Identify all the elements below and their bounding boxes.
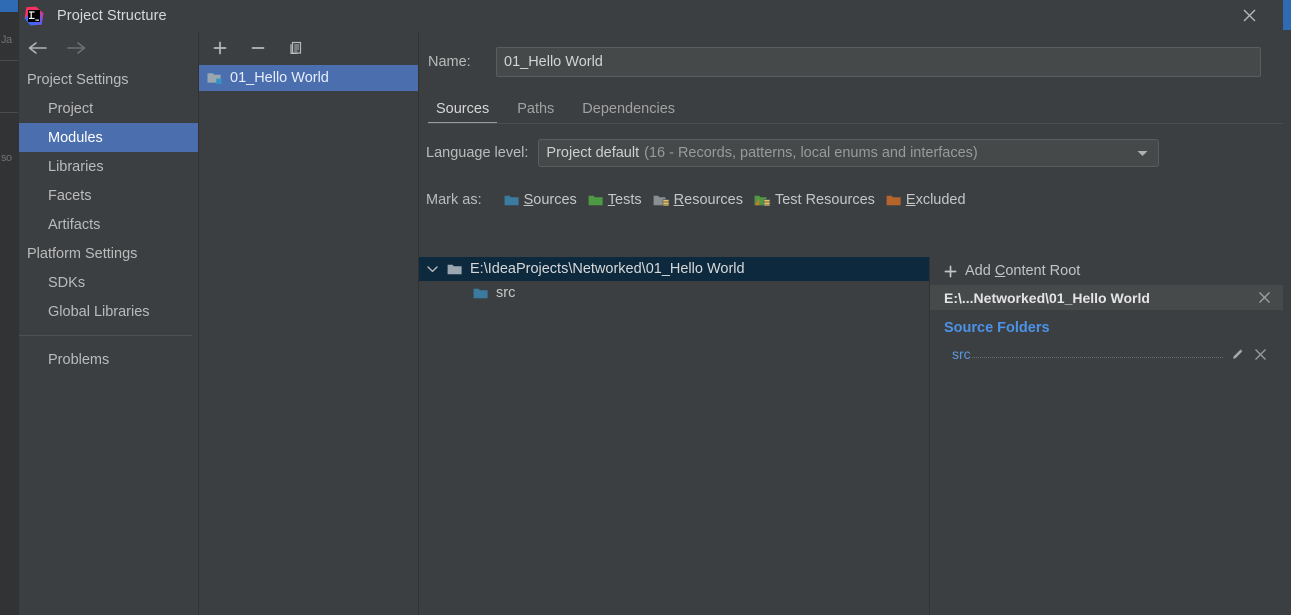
chevron-down-icon[interactable] bbox=[419, 265, 445, 273]
dotted-leader bbox=[971, 348, 1223, 358]
source-folder-entry: src bbox=[930, 342, 1283, 366]
project-structure-dialog: Project Structure Project Settings Proje… bbox=[18, 0, 1283, 615]
mark-as-test-resources-label: Test Resources bbox=[774, 192, 875, 208]
table-row[interactable]: src bbox=[419, 281, 929, 305]
sidebar-divider bbox=[19, 335, 192, 336]
sidebar-item-project[interactable]: Project bbox=[19, 94, 198, 123]
sidebar-item-artifacts[interactable]: Artifacts bbox=[19, 210, 198, 239]
resources-folder-icon bbox=[653, 194, 670, 207]
sidebar-navigation bbox=[19, 31, 198, 65]
mark-as-tests-label: Tests bbox=[607, 192, 642, 208]
backdrop-divider-2 bbox=[0, 112, 18, 113]
sidebar-item-libraries[interactable]: Libraries bbox=[19, 152, 198, 181]
source-folder-icon bbox=[471, 287, 491, 300]
name-label: Name: bbox=[428, 54, 471, 70]
language-level-detail: (16 - Records, patterns, local enums and… bbox=[644, 145, 978, 161]
mark-as-excluded-label: Excluded bbox=[905, 192, 966, 208]
mark-as-tests-button[interactable]: Tests bbox=[588, 192, 642, 208]
back-arrow-icon[interactable] bbox=[24, 35, 52, 61]
backdrop-divider-1 bbox=[0, 60, 18, 61]
language-level-row: Language level: Project default (16 - Re… bbox=[426, 139, 1283, 167]
backdrop-ghost-text-1: Ja bbox=[1, 34, 12, 46]
sidebar-item-global-libraries[interactable]: Global Libraries bbox=[19, 297, 198, 326]
chevron-down-icon bbox=[1137, 140, 1148, 166]
sources-folder-icon bbox=[504, 194, 520, 207]
remove-source-folder-icon[interactable] bbox=[1249, 348, 1271, 361]
tab-paths[interactable]: Paths bbox=[509, 101, 562, 124]
source-folders-heading: Source Folders bbox=[944, 320, 1050, 336]
sidebar-group-project-settings: Project Settings bbox=[27, 71, 129, 88]
module-folder-icon bbox=[207, 71, 223, 85]
content-entry-tree: E:\IdeaProjects\Networked\01_Hello World… bbox=[419, 257, 930, 615]
mark-as-excluded-button[interactable]: Excluded bbox=[886, 192, 966, 208]
mark-as-sources-label: Sources bbox=[523, 192, 577, 208]
mark-as-resources-label: Resources bbox=[673, 192, 743, 208]
dialog-titlebar: Project Structure bbox=[19, 0, 1283, 31]
mark-as-resources-button[interactable]: Resources bbox=[653, 192, 743, 208]
content-roots-panel: Add Content Root E:\...Networked\01_Hell… bbox=[930, 257, 1283, 615]
module-name-row: Name: bbox=[428, 47, 1261, 77]
content-root-header: E:\...Networked\01_Hello World bbox=[930, 285, 1283, 310]
sidebar-item-facets[interactable]: Facets bbox=[19, 181, 198, 210]
remove-module-button[interactable] bbox=[247, 37, 269, 59]
tab-sources[interactable]: Sources bbox=[428, 101, 498, 124]
modules-toolbar bbox=[199, 31, 418, 65]
dialog-title: Project Structure bbox=[57, 7, 167, 24]
add-content-root-button[interactable]: Add Content Root bbox=[930, 257, 1283, 285]
tabs-underline bbox=[428, 123, 1283, 124]
content-root-path: E:\IdeaProjects\Networked\01_Hello World bbox=[470, 261, 745, 277]
test-resources-folder-icon bbox=[754, 194, 771, 207]
module-name: 01_Hello World bbox=[230, 70, 329, 86]
sidebar-item-sdks[interactable]: SDKs bbox=[19, 268, 198, 297]
sidebar-item-problems[interactable]: Problems bbox=[19, 345, 198, 374]
forward-arrow-icon[interactable] bbox=[62, 35, 90, 61]
module-name-input[interactable] bbox=[496, 47, 1261, 77]
add-module-button[interactable] bbox=[209, 37, 231, 59]
source-folder-link[interactable]: src bbox=[952, 346, 971, 362]
tests-folder-icon bbox=[588, 194, 604, 207]
intellij-idea-logo-icon bbox=[24, 6, 44, 26]
excluded-folder-icon bbox=[886, 194, 902, 207]
dialog-body: Project Settings Project Modules Librari… bbox=[19, 31, 1283, 615]
language-level-value: Project default bbox=[546, 145, 640, 161]
pencil-icon[interactable] bbox=[1227, 347, 1249, 361]
content-root-folder-icon bbox=[445, 263, 465, 276]
modules-panel: 01_Hello World bbox=[199, 31, 419, 615]
language-level-label: Language level: bbox=[426, 145, 529, 161]
modules-list: 01_Hello World bbox=[199, 65, 418, 615]
mark-as-label: Mark as: bbox=[426, 192, 482, 208]
sidebar-group-platform-settings: Platform Settings bbox=[27, 245, 138, 262]
table-row[interactable]: E:\IdeaProjects\Networked\01_Hello World bbox=[419, 257, 929, 281]
module-detail-pane: Name: Sources Paths Dependencies Languag… bbox=[419, 31, 1283, 615]
content-area: E:\IdeaProjects\Networked\01_Hello World… bbox=[419, 257, 1283, 615]
mark-as-test-resources-button[interactable]: Test Resources bbox=[754, 192, 875, 208]
backdrop-ghost-text-2: so bbox=[1, 152, 12, 164]
settings-sidebar: Project Settings Project Modules Librari… bbox=[19, 31, 199, 615]
list-item[interactable]: 01_Hello World bbox=[199, 65, 418, 91]
content-root-header-path: E:\...Networked\01_Hello World bbox=[944, 289, 1150, 306]
backdrop-top-accent bbox=[0, 0, 18, 12]
mark-as-sources-button[interactable]: Sources bbox=[504, 192, 577, 208]
remove-content-root-icon[interactable] bbox=[1258, 285, 1271, 310]
copy-module-icon[interactable] bbox=[285, 37, 307, 59]
close-icon[interactable] bbox=[1229, 0, 1269, 31]
tab-dependencies[interactable]: Dependencies bbox=[574, 101, 683, 124]
language-level-select[interactable]: Project default (16 - Records, patterns,… bbox=[538, 139, 1160, 167]
backdrop-right-accent bbox=[1283, 0, 1291, 30]
module-tabs: Sources Paths Dependencies bbox=[428, 94, 1283, 124]
source-folder-name: src bbox=[496, 285, 516, 301]
sidebar-item-modules[interactable]: Modules bbox=[19, 123, 198, 152]
plus-icon bbox=[944, 265, 957, 278]
mark-as-row: Mark as: Sources Tests Resources Test Re… bbox=[426, 188, 1283, 212]
add-content-root-label: Add Content Root bbox=[965, 263, 1081, 279]
backdrop-editor-strip bbox=[0, 12, 18, 615]
